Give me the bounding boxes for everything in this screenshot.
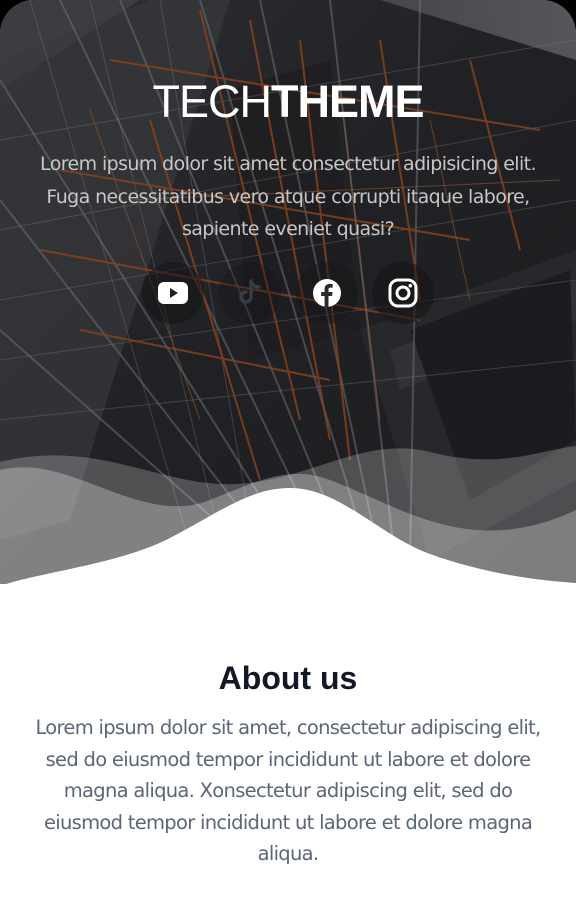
about-title: About us xyxy=(218,660,358,696)
tiktok-link[interactable] xyxy=(219,262,281,324)
instagram-link[interactable] xyxy=(372,262,434,324)
facebook-icon xyxy=(313,279,341,307)
hero-wave-divider xyxy=(0,446,576,584)
phone-screen: TECHTHEME Lorem ipsum dolor sit amet con… xyxy=(0,0,576,900)
tiktok-icon xyxy=(239,279,261,304)
facebook-link[interactable] xyxy=(296,262,358,324)
brand-logo-light: TECH xyxy=(152,76,272,127)
social-links xyxy=(0,262,576,326)
hero-section: TECHTHEME Lorem ipsum dolor sit amet con… xyxy=(0,0,576,584)
youtube-icon xyxy=(158,282,188,304)
instagram-icon xyxy=(388,278,418,308)
hero-description: Lorem ipsum dolor sit amet consectetur a… xyxy=(40,153,537,240)
about-description: Lorem ipsum dolor sit amet, consectetur … xyxy=(35,716,541,865)
brand-logo-bold: THEME xyxy=(271,76,424,127)
youtube-link[interactable] xyxy=(142,262,204,324)
brand-logo: TECHTHEME xyxy=(0,76,576,128)
